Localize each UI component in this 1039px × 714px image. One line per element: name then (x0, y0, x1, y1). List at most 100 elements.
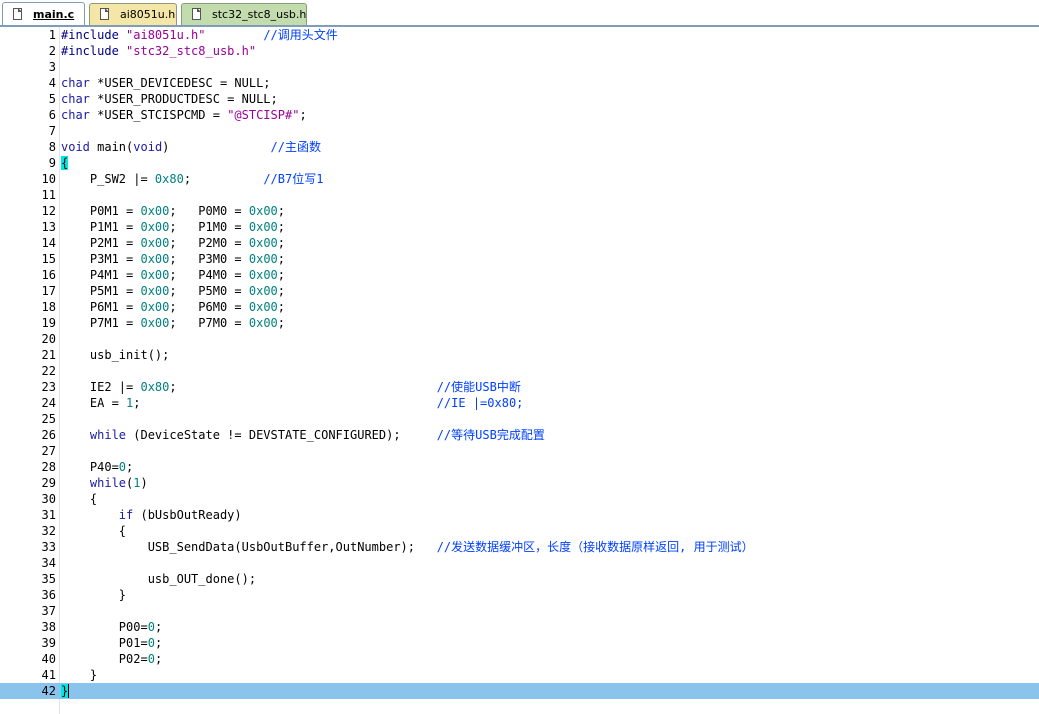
code-token-num: 0x00 (248, 204, 278, 218)
code-line[interactable]: 28 P40=0; (0, 459, 1039, 475)
code-text: P0M1 = (61, 204, 141, 218)
code-line[interactable]: 18 P6M1 = 0x00; P6M0 = 0x00; (0, 299, 1039, 315)
code-comment: //调用头文件 (263, 28, 338, 42)
code-text: P01= (61, 636, 148, 650)
code-line[interactable]: 34 (0, 555, 1039, 571)
code-token-kw: char (61, 76, 90, 90)
code-line[interactable]: 30 { (0, 491, 1039, 507)
tab-stc32-stc8-usb-h[interactable]: stc32_stc8_usb.h (181, 3, 307, 25)
code-line[interactable]: 23 IE2 |= 0x80; //使能USB中断 (0, 379, 1039, 395)
code-line[interactable]: 19 P7M1 = 0x00; P7M0 = 0x00; (0, 315, 1039, 331)
code-text: ; P1M0 = (169, 220, 249, 234)
code-line[interactable]: 14 P2M1 = 0x00; P2M0 = 0x00; (0, 235, 1039, 251)
code-line[interactable]: 5 char *USER_PRODUCTDESC = NULL; (0, 91, 1039, 107)
tab-ai8051u-h[interactable]: ai8051u.h (89, 3, 177, 25)
code-line[interactable]: 8 void main(void) //主函数 (0, 139, 1039, 155)
code-line[interactable]: 16 P4M1 = 0x00; P4M0 = 0x00; (0, 267, 1039, 283)
code-line[interactable]: 15 P3M1 = 0x00; P3M0 = 0x00; (0, 251, 1039, 267)
code-line[interactable]: 11 (0, 187, 1039, 203)
line-number: 26 (41, 428, 56, 442)
code-line[interactable]: 33 USB_SendData(UsbOutBuffer,OutNumber);… (0, 539, 1039, 555)
code-line[interactable]: 4 char *USER_DEVICEDESC = NULL; (0, 75, 1039, 91)
line-code: P2M1 = 0x00; P2M0 = 0x00; (61, 235, 285, 251)
code-line[interactable]: 39 P01=0; (0, 635, 1039, 651)
line-code: P00=0; (61, 619, 162, 635)
code-line[interactable]: 3 (0, 59, 1039, 75)
code-line[interactable]: 2 #include "stc32_stc8_usb.h" (0, 43, 1039, 59)
code-token-kw: void (61, 140, 90, 154)
code-line[interactable]: 17 P5M1 = 0x00; P5M0 = 0x00; (0, 283, 1039, 299)
code-token-num: 0x00 (140, 268, 170, 282)
code-text: usb_init(); (61, 348, 170, 362)
line-number: 28 (41, 460, 56, 474)
code-line[interactable]: 40 P02=0; (0, 651, 1039, 667)
code-text: P7M1 = (61, 316, 141, 330)
line-number: 3 (48, 60, 56, 74)
line-code: char *USER_PRODUCTDESC = NULL; (61, 91, 278, 107)
code-line[interactable]: 29 while(1) (0, 475, 1039, 491)
code-line[interactable]: 12 P0M1 = 0x00; P0M0 = 0x00; (0, 203, 1039, 219)
line-number: 36 (41, 588, 56, 602)
code-token-kw: while (89, 476, 127, 490)
code-text: ; (154, 652, 163, 666)
line-code: usb_init(); (61, 347, 169, 363)
line-number: 4 (48, 76, 56, 90)
code-editor[interactable]: 1 #include "ai8051u.h" //调用头文件 2 #include "… (0, 27, 1039, 714)
code-line[interactable]: 42} (0, 683, 1039, 699)
code-text: main( (89, 140, 134, 154)
code-token-num: 0x00 (248, 300, 278, 314)
code-line[interactable]: 24 EA = 1; //IE |=0x80; (0, 395, 1039, 411)
code-line[interactable]: 9{ (0, 155, 1039, 171)
line-number: 20 (41, 332, 56, 346)
code-line[interactable]: 1 #include "ai8051u.h" //调用头文件 (0, 27, 1039, 43)
code-token-kw: char (61, 92, 90, 106)
code-line[interactable]: 27 (0, 443, 1039, 459)
code-text: P5M1 = (61, 284, 141, 298)
code-line[interactable]: 20 (0, 331, 1039, 347)
code-token-num: 1 (133, 476, 141, 490)
file-icon (13, 8, 22, 20)
line-code: char *USER_STCISPCMD = "@STCISP#"; (61, 107, 307, 123)
code-line[interactable]: 41 } (0, 667, 1039, 683)
code-line[interactable]: 32 { (0, 523, 1039, 539)
code-token-kw: while (89, 428, 127, 442)
code-token-num: 0x00 (140, 236, 170, 250)
code-token-num: 0x00 (140, 252, 170, 266)
code-text: ; P3M0 = (169, 252, 249, 266)
line-code: if (bUsbOutReady) (61, 507, 242, 523)
code-text: ; (133, 396, 437, 410)
code-line[interactable]: 25 (0, 411, 1039, 427)
code-line[interactable]: 7 (0, 123, 1039, 139)
code-line[interactable]: 22 (0, 363, 1039, 379)
code-text: P4M1 = (61, 268, 141, 282)
code-comment: //发送数据缓冲区，长度（接收数据原样返回, 用于测试） (436, 540, 754, 554)
code-line[interactable]: 21 usb_init(); (0, 347, 1039, 363)
code-line[interactable]: 13 P1M1 = 0x00; P1M0 = 0x00; (0, 219, 1039, 235)
line-number: 41 (41, 668, 56, 682)
code-line[interactable]: 38 P00=0; (0, 619, 1039, 635)
code-text: ; (277, 284, 286, 298)
line-number: 37 (41, 604, 56, 618)
code-token-num: 0 (118, 460, 127, 474)
code-comment: //主函数 (270, 140, 321, 154)
line-number: 34 (41, 556, 56, 570)
code-text: P_SW2 |= (61, 172, 155, 186)
line-code: P1M1 = 0x00; P1M0 = 0x00; (61, 219, 285, 235)
code-line[interactable]: 37 (0, 603, 1039, 619)
line-code: P5M1 = 0x00; P5M0 = 0x00; (61, 283, 285, 299)
line-number: 9 (48, 156, 56, 170)
line-number: 23 (41, 380, 56, 394)
code-token-num: 0 (147, 636, 155, 650)
code-text: ; (169, 380, 437, 394)
code-line[interactable]: 31 if (bUsbOutReady) (0, 507, 1039, 523)
code-line[interactable]: 10 P_SW2 |= 0x80; //B7位写1 (0, 171, 1039, 187)
code-line[interactable]: 6 char *USER_STCISPCMD = "@STCISP#"; (0, 107, 1039, 123)
tab-main-c[interactable]: main.c (2, 2, 85, 27)
code-comment: //使能USB中断 (436, 380, 521, 394)
code-line[interactable]: 36 } (0, 587, 1039, 603)
line-number: 17 (41, 284, 56, 298)
line-number: 39 (41, 636, 56, 650)
code-line[interactable]: 26 while (DeviceState != DEVSTATE_CONFIG… (0, 427, 1039, 443)
code-line[interactable]: 35 usb_OUT_done(); (0, 571, 1039, 587)
